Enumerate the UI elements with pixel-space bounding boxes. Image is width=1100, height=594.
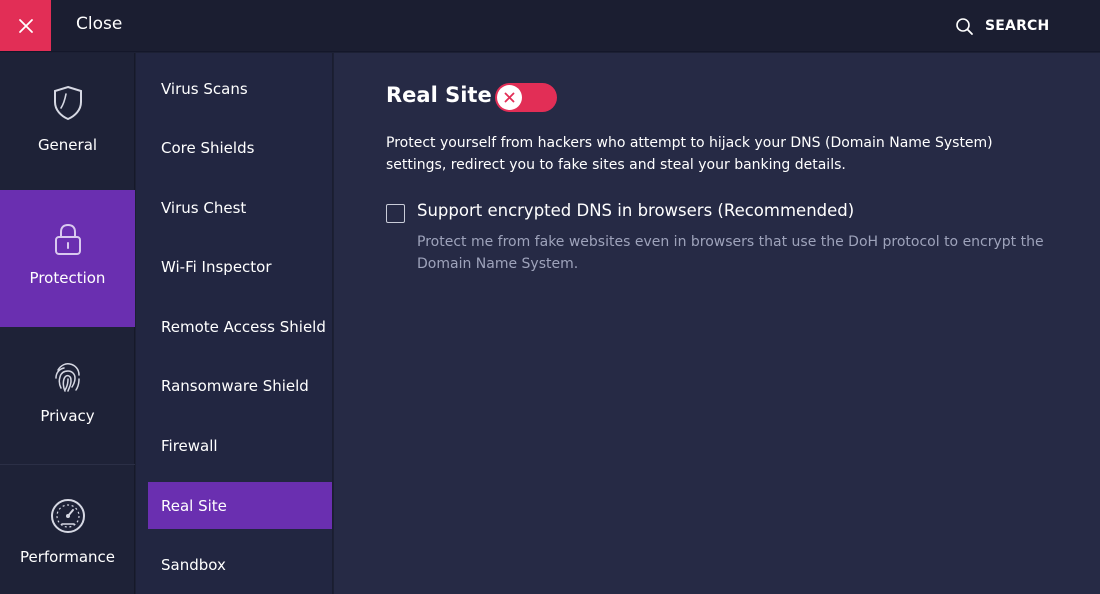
close-button[interactable] xyxy=(0,0,51,51)
category-general[interactable]: General xyxy=(0,53,135,190)
real-site-toggle[interactable] xyxy=(495,83,557,112)
lock-icon xyxy=(54,223,81,255)
speedometer-icon xyxy=(50,499,85,533)
top-bar: Close SEARCH xyxy=(0,0,1100,52)
search-icon xyxy=(956,17,973,35)
category-performance[interactable]: Performance xyxy=(0,465,135,594)
search-label: SEARCH xyxy=(985,18,1050,34)
sidebar-item-real-site[interactable]: Real Site xyxy=(148,482,332,529)
close-label[interactable]: Close xyxy=(76,14,122,34)
sidebar-item-ransomware-shield[interactable]: Ransomware Shield xyxy=(148,362,332,409)
sidebar-item-virus-chest[interactable]: Virus Chest xyxy=(148,184,332,231)
feature-sidebar: Virus Scans Core Shields Virus Chest Wi-… xyxy=(136,53,333,594)
fingerprint-icon xyxy=(54,363,80,392)
category-label: Privacy xyxy=(40,407,95,425)
feature-description: Protect yourself from hackers who attemp… xyxy=(386,135,993,173)
sidebar-item-wifi-inspector[interactable]: Wi-Fi Inspector xyxy=(148,243,332,290)
sidebar-item-virus-scans[interactable]: Virus Scans xyxy=(148,65,332,112)
category-protection[interactable]: Protection xyxy=(0,190,135,327)
sidebar-item-remote-access-shield[interactable]: Remote Access Shield xyxy=(148,303,332,350)
close-icon xyxy=(504,92,515,103)
encrypted-dns-description: Protect me from fake websites even in br… xyxy=(417,234,1044,272)
search-button[interactable]: SEARCH xyxy=(955,16,1049,36)
encrypted-dns-checkbox[interactable] xyxy=(386,204,405,223)
page-title: Real Site xyxy=(386,83,492,107)
shield-icon xyxy=(53,85,82,121)
category-label: Protection xyxy=(29,269,106,287)
category-sidebar: General Protection Privacy Performance xyxy=(0,53,135,594)
settings-panel: Real Site Protect yourself from hackers … xyxy=(334,53,1100,594)
sidebar-item-core-shields[interactable]: Core Shields xyxy=(148,124,332,171)
category-label: General xyxy=(37,136,98,154)
encrypted-dns-label[interactable]: Support encrypted DNS in browsers (Recom… xyxy=(417,201,854,220)
category-privacy[interactable]: Privacy xyxy=(0,327,135,464)
category-label: Performance xyxy=(19,548,116,566)
close-icon xyxy=(18,18,33,33)
sidebar-item-firewall[interactable]: Firewall xyxy=(148,422,332,469)
sidebar-item-sandbox[interactable]: Sandbox xyxy=(148,541,332,588)
toggle-knob xyxy=(497,85,522,110)
